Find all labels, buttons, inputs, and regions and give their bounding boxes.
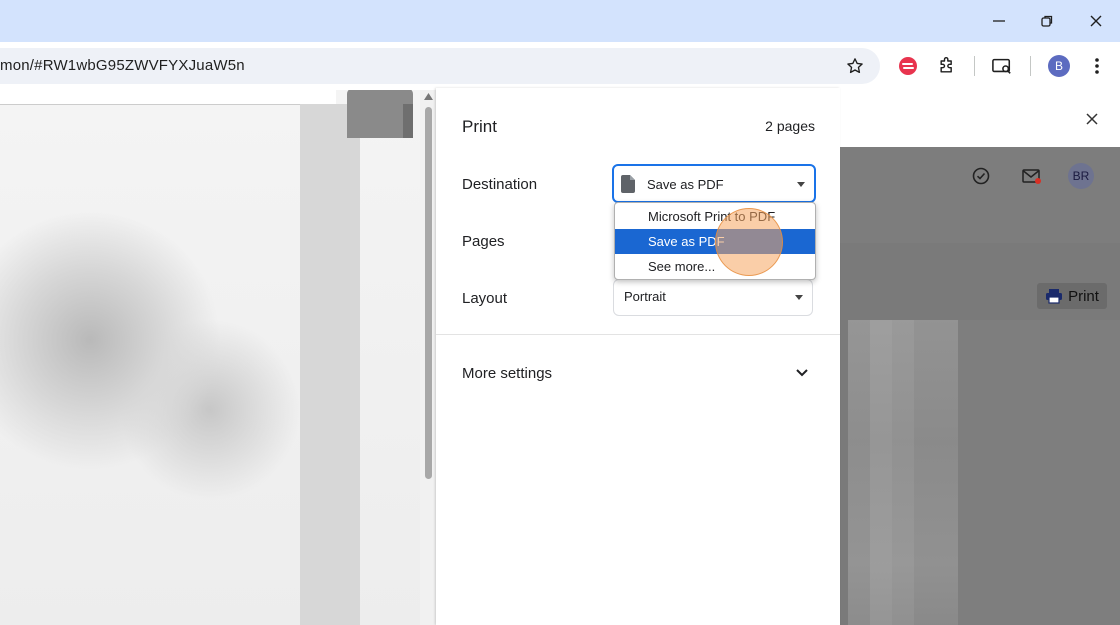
browser-toolbar: mon/#RW1wbG95ZWVFYXJuaW5n B	[0, 42, 1120, 90]
more-settings-label[interactable]: More settings	[462, 365, 552, 382]
toolbar-separator	[1030, 56, 1031, 76]
restore-button[interactable]	[1023, 0, 1071, 42]
option-microsoft-print-to-pdf[interactable]: Microsoft Print to PDF	[615, 204, 815, 229]
click-indicator	[715, 208, 783, 276]
mail-notification-icon[interactable]	[1022, 168, 1042, 186]
puzzle-icon	[940, 57, 952, 73]
scroll-up-icon[interactable]	[424, 93, 433, 100]
blurred-document-preview	[848, 320, 1120, 625]
destination-value: Save as PDF	[647, 177, 724, 192]
more-vert-icon	[1095, 58, 1099, 74]
preview-page-blurred	[0, 90, 436, 625]
preview-page-top	[0, 90, 336, 105]
preview-scrollbar[interactable]	[420, 90, 436, 625]
page-header	[838, 90, 1120, 148]
address-bar[interactable]: mon/#RW1wbG95ZWVFYXJuaW5n	[0, 48, 880, 84]
chevron-down-icon[interactable]	[796, 369, 808, 377]
settings-divider	[436, 334, 840, 335]
minimize-button[interactable]	[975, 0, 1023, 42]
layout-select[interactable]: Portrait	[613, 279, 813, 316]
preview-zoom-arrow	[403, 104, 413, 138]
print-title: Print	[462, 117, 497, 136]
dropdown-caret-icon	[797, 182, 805, 187]
print-settings-panel: Print 2 pages Destination Save as PDF Pa…	[436, 88, 840, 625]
bookmark-star-button[interactable]	[841, 52, 869, 80]
profile-button[interactable]: B	[1045, 52, 1073, 80]
dropdown-caret-icon	[795, 295, 803, 300]
restore-icon	[1041, 15, 1053, 27]
minimize-icon	[993, 20, 1005, 22]
preview-page-edge	[300, 104, 360, 625]
page-toolbar-overlay: BR	[838, 147, 1120, 243]
user-avatar[interactable]: BR	[1068, 163, 1094, 189]
option-see-more[interactable]: See more...	[615, 254, 815, 279]
check-circle-icon[interactable]	[972, 167, 990, 185]
profile-avatar: B	[1048, 55, 1070, 77]
window-titlebar	[0, 0, 1120, 42]
star-icon	[847, 58, 863, 74]
extensions-button[interactable]	[933, 52, 961, 80]
layout-value: Portrait	[624, 289, 666, 304]
print-preview-area	[0, 90, 436, 625]
url-text: mon/#RW1wbG95ZWVFYXJuaW5n	[0, 57, 245, 74]
destination-select[interactable]: Save as PDF	[612, 164, 816, 203]
close-window-button[interactable]	[1072, 0, 1120, 42]
page-print-label: Print	[1068, 287, 1099, 305]
document-icon	[621, 175, 635, 193]
extension-red-icon	[899, 57, 917, 75]
extension-button-red[interactable]	[894, 52, 922, 80]
close-icon[interactable]	[1085, 112, 1099, 126]
page-count: 2 pages	[765, 118, 815, 134]
cast-search-button[interactable]	[988, 52, 1016, 80]
printer-icon	[1046, 289, 1063, 304]
pages-label: Pages	[462, 233, 505, 250]
browser-menu-button[interactable]	[1083, 52, 1111, 80]
layout-label: Layout	[462, 290, 508, 307]
toolbar-separator	[974, 56, 975, 76]
page-print-button[interactable]: Print	[1037, 283, 1107, 309]
close-icon	[1090, 15, 1102, 27]
destination-label: Destination	[462, 176, 538, 193]
scrollbar-thumb[interactable]	[425, 107, 432, 479]
cast-icon	[992, 58, 1011, 74]
